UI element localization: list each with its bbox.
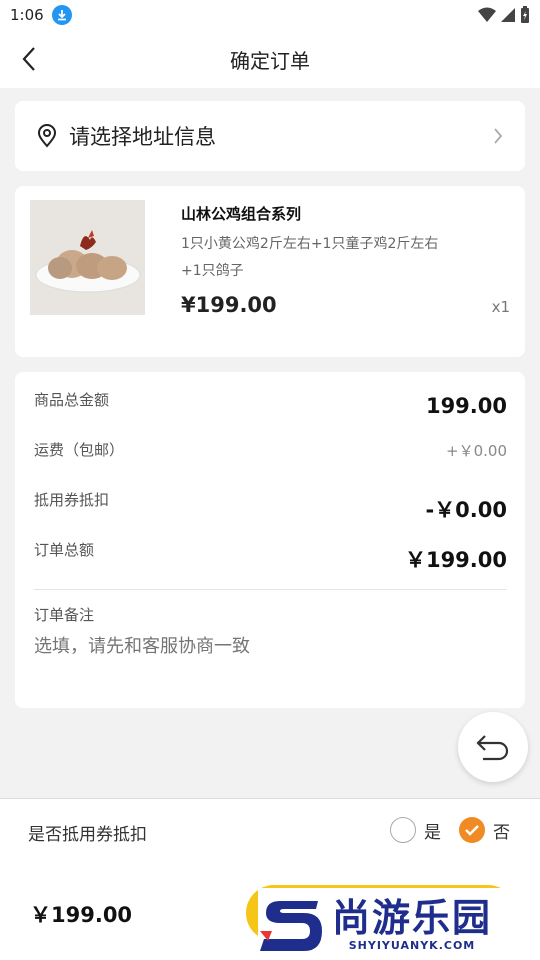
watermark-en: SHYIYUANYK.COM xyxy=(348,938,476,952)
chevron-left-icon xyxy=(22,47,35,71)
shipping-value: +￥0.00 xyxy=(446,442,507,460)
wifi-icon xyxy=(478,7,496,22)
radio-yes[interactable] xyxy=(390,817,416,843)
back-button[interactable] xyxy=(14,44,44,74)
status-bar: 1:06 xyxy=(0,0,540,30)
top-nav-bar: 确定订单 xyxy=(0,30,540,88)
return-arrow-icon xyxy=(476,735,509,761)
watermark-cn: 尚游乐园 xyxy=(332,895,493,940)
coupon-deduction-label: 抵用券抵扣 xyxy=(34,491,110,509)
floating-return-button[interactable] xyxy=(458,712,528,782)
coupon-deduction-value: -￥0.00 xyxy=(425,498,507,522)
address-label: 请选择地址信息 xyxy=(69,125,216,149)
order-total-label: 订单总额 xyxy=(34,541,95,559)
status-time: 1:06 xyxy=(10,6,44,24)
address-selector[interactable]: 请选择地址信息 xyxy=(15,101,525,171)
shipping-label: 运费（包邮） xyxy=(34,441,125,459)
product-desc-line-2: +1只鸽子 xyxy=(181,263,244,279)
divider xyxy=(34,589,507,590)
product-card: 山林公鸡组合系列 1只小黄公鸡2斤左右+1只童子鸡2斤左右 +1只鸽子 ¥199… xyxy=(15,186,525,357)
product-name: 山林公鸡组合系列 xyxy=(181,205,302,223)
page-title: 确定订单 xyxy=(230,48,310,73)
order-remark-label: 订单备注 xyxy=(34,606,95,624)
checkmark-icon xyxy=(465,825,479,836)
status-icons xyxy=(478,6,530,24)
download-icon xyxy=(51,5,72,25)
checkout-total: ￥199.00 xyxy=(30,903,133,927)
radio-no[interactable] xyxy=(459,817,485,843)
product-price: ¥199.00 xyxy=(181,293,277,317)
order-total-value: ￥199.00 xyxy=(404,548,507,572)
radio-no-label[interactable]: 否 xyxy=(493,818,510,843)
battery-icon xyxy=(521,6,529,23)
logo-s-icon xyxy=(260,901,322,951)
product-desc-line-1: 1只小黄公鸡2斤左右+1只童子鸡2斤左右 xyxy=(181,236,439,252)
order-summary: 商品总金额 199.00 运费（包邮） +￥0.00 抵用券抵扣 -￥0.00 … xyxy=(15,372,525,708)
goods-total-value: 199.00 xyxy=(425,394,507,418)
coupon-radio-group: 是 否 xyxy=(390,817,510,843)
location-pin-icon xyxy=(37,124,57,148)
chevron-right-icon xyxy=(494,128,503,144)
signal-icon xyxy=(501,8,515,22)
goods-total-label: 商品总金额 xyxy=(34,391,110,409)
order-remark-input[interactable] xyxy=(34,636,474,657)
product-description: 1只小黄公鸡2斤左右+1只童子鸡2斤左右 +1只鸽子 xyxy=(181,231,481,285)
product-image xyxy=(30,200,145,315)
radio-yes-label[interactable]: 是 xyxy=(424,818,441,843)
product-quantity: x1 xyxy=(491,298,510,316)
watermark-logo: 尚游乐园 SHYIYUANYK.COM xyxy=(258,888,540,960)
coupon-question: 是否抵用券抵扣 xyxy=(28,825,147,845)
